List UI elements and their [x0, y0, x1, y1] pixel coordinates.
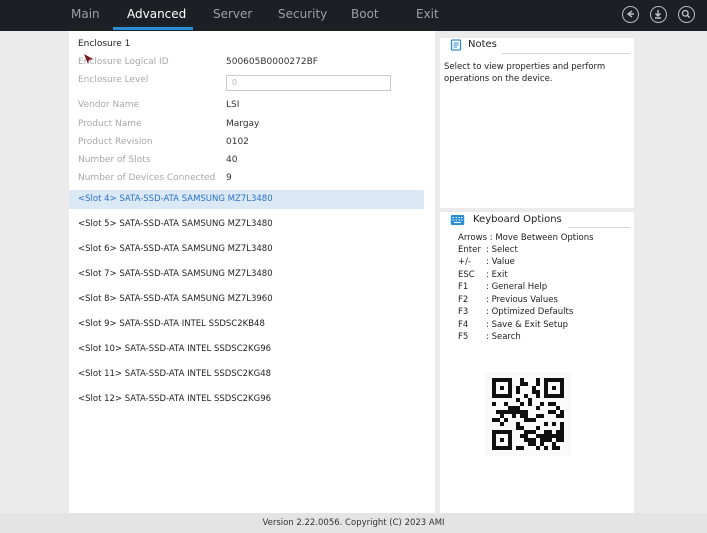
enclosure-level-label: Enclosure Level — [78, 75, 149, 85]
keyboard-options-title: Keyboard Options — [473, 214, 562, 225]
product-revision-value: 0102 — [226, 137, 249, 147]
kb-line-esc: ESC : Exit — [458, 270, 508, 280]
qr-code-icon — [492, 378, 564, 450]
kb-line-value: +/- : Value — [458, 257, 515, 267]
logical-id-value: 500605B0000272BF — [226, 57, 318, 67]
product-name-value: Margay — [226, 119, 260, 129]
enclosure-title: Enclosure 1 — [78, 39, 131, 49]
slot-row-9[interactable]: <Slot 9> SATA-SSD-ATA INTEL SSDSC2KB48 — [69, 315, 424, 334]
kb-desc: : Optimized Defaults — [486, 307, 574, 317]
kb-key: F4 — [458, 320, 469, 330]
kb-desc: : Search — [486, 332, 521, 342]
kb-line-f2: F2 : Previous Values — [458, 295, 558, 305]
slot-row-8[interactable]: <Slot 8> SATA-SSD-ATA SAMSUNG MZ7L3960 — [69, 290, 424, 309]
kb-desc: : Move Between Options — [489, 233, 594, 243]
kb-key: +/- — [458, 257, 472, 267]
slot-row-10[interactable]: <Slot 10> SATA-SSD-ATA INTEL SSDSC2KG96 — [69, 340, 424, 359]
kb-desc: : Select — [486, 245, 518, 255]
notes-title: Notes — [468, 39, 497, 50]
kb-desc: : General Help — [486, 282, 548, 292]
product-revision-label: Product Revision — [78, 137, 153, 147]
top-navigation-bar: Main Advanced Server Security Boot Exit — [0, 0, 707, 31]
devices-connected-label: Number of Devices Connected — [78, 173, 216, 183]
qr-code-frame — [485, 372, 571, 456]
keyboard-options-panel: Keyboard Options Arrows : Move Between O… — [440, 212, 634, 513]
product-name-label: Product Name — [78, 119, 142, 129]
keyboard-icon — [450, 215, 465, 225]
tab-boot[interactable]: Boot — [351, 0, 379, 31]
slot-row-4[interactable]: <Slot 4> SATA-SSD-ATA SAMSUNG MZ7L3480 — [69, 190, 424, 209]
kb-line-f1: F1 : General Help — [458, 282, 547, 292]
kb-desc: : Value — [486, 257, 515, 267]
vendor-name-value: LSI — [226, 100, 240, 110]
tab-security[interactable]: Security — [278, 0, 327, 31]
kb-key: Arrows — [458, 233, 488, 243]
kb-key: F5 — [458, 332, 469, 342]
slot-row-5[interactable]: <Slot 5> SATA-SSD-ATA SAMSUNG MZ7L3480 — [69, 215, 424, 234]
notes-panel: Notes Select to view properties and perf… — [440, 38, 634, 208]
tab-server[interactable]: Server — [213, 0, 252, 31]
slot-row-7[interactable]: <Slot 7> SATA-SSD-ATA SAMSUNG MZ7L3480 — [69, 265, 424, 284]
slot-row-11[interactable]: <Slot 11> SATA-SSD-ATA INTEL SSDSC2KG48 — [69, 365, 424, 384]
active-tab-indicator — [113, 27, 193, 30]
number-of-slots-label: Number of Slots — [78, 155, 151, 165]
download-circle-icon[interactable] — [650, 6, 667, 23]
footer-version: Version 2.22.0056. Copyright (C) 2023 AM… — [0, 513, 707, 533]
notes-divider — [502, 53, 630, 54]
enclosure-panel: Enclosure 1 Enclosure Logical ID 500605B… — [69, 31, 435, 513]
kb-key: F3 — [458, 307, 469, 317]
kb-key: F1 — [458, 282, 469, 292]
search-circle-icon[interactable] — [678, 6, 695, 23]
number-of-slots-value: 40 — [226, 155, 238, 165]
kb-key: Enter — [458, 245, 481, 255]
back-circle-icon[interactable] — [622, 6, 639, 23]
kb-line-arrows: Arrows : Move Between Options — [458, 233, 594, 243]
kb-line-f3: F3 : Optimized Defaults — [458, 307, 573, 317]
tab-main[interactable]: Main — [71, 0, 100, 31]
kb-desc: : Previous Values — [486, 295, 558, 305]
kb-line-f4: F4 : Save & Exit Setup — [458, 320, 568, 330]
kb-line-enter: Enter : Select — [458, 245, 518, 255]
enclosure-level-input[interactable]: 0 — [226, 75, 391, 91]
slot-row-12[interactable]: <Slot 12> SATA-SSD-ATA INTEL SSDSC2KG96 — [69, 390, 424, 409]
mouse-pointer-icon — [84, 54, 93, 64]
kb-line-f5: F5 : Search — [458, 332, 521, 342]
kb-key: ESC — [458, 270, 475, 280]
vendor-name-label: Vendor Name — [78, 100, 140, 110]
slot-row-6[interactable]: <Slot 6> SATA-SSD-ATA SAMSUNG MZ7L3480 — [69, 240, 424, 259]
kb-desc: : Exit — [486, 270, 508, 280]
kb-key: F2 — [458, 295, 469, 305]
keyboard-divider — [568, 227, 630, 228]
devices-connected-value: 9 — [226, 173, 232, 183]
notes-text: Select to view properties and perform op… — [444, 62, 606, 84]
kb-desc: : Save & Exit Setup — [486, 320, 568, 330]
tab-exit[interactable]: Exit — [416, 0, 439, 31]
notes-icon — [450, 39, 462, 51]
